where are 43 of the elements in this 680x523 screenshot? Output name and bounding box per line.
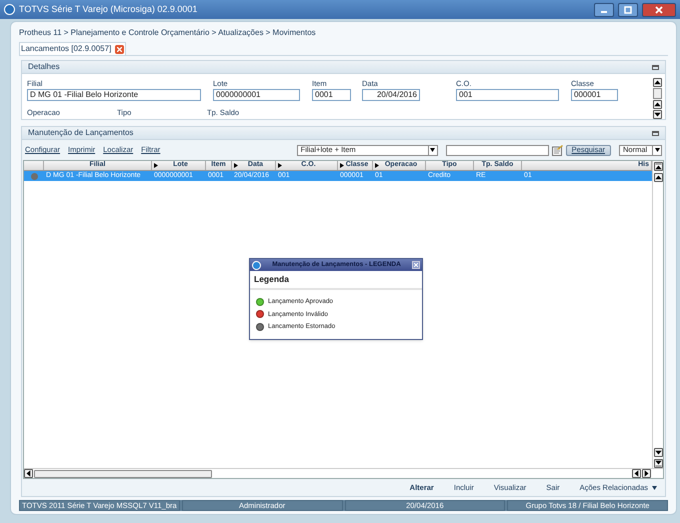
input-field[interactable]: 001	[456, 89, 559, 101]
scroll-up-button[interactable]	[653, 78, 662, 87]
minimize-button[interactable]	[594, 2, 614, 16]
sort-arrow-icon[interactable]	[234, 163, 238, 168]
sort-arrow-icon[interactable]	[154, 163, 158, 168]
breadcrumb: Protheus 11 > Planejamento e Controle Orçamentário > Atualizações > Movimentos	[19, 26, 317, 39]
close-icon[interactable]	[115, 44, 124, 54]
scroll-down-button[interactable]	[653, 110, 662, 119]
note-icon[interactable]	[552, 144, 563, 156]
legend-heading: Legenda	[250, 271, 422, 290]
caret-icon[interactable]	[654, 148, 660, 152]
maximize-button[interactable]	[618, 2, 638, 16]
scroll-right-button[interactable]	[642, 469, 651, 478]
dropdown-caret-icon[interactable]	[652, 486, 657, 490]
scroll-top-button[interactable]	[654, 162, 662, 171]
scroll-bottom-button[interactable]	[654, 459, 662, 468]
scrollbar-thumb[interactable]	[34, 470, 212, 478]
collapse-icon[interactable]	[652, 130, 659, 136]
input-field[interactable]: 000001	[571, 89, 618, 101]
sort-arrow-icon[interactable]	[340, 163, 344, 168]
close-button[interactable]	[642, 2, 676, 16]
sort-arrow-icon[interactable]	[375, 163, 379, 168]
input-field[interactable]: 0000000001	[213, 89, 300, 101]
collapse-icon[interactable]	[652, 64, 659, 70]
panel-title: Manutenção de Lançamentos	[28, 127, 134, 139]
scroll-left-button[interactable]	[24, 469, 33, 478]
search-field[interactable]	[446, 144, 549, 156]
window-title: TOTVS Série T Varejo (Microsiga) 02.9.0001	[19, 2, 198, 16]
scrollbar-thumb[interactable]	[653, 88, 662, 99]
input-field[interactable]: D MG 01 -Filial Belo Horizonte	[27, 89, 201, 101]
close-icon[interactable]	[655, 6, 663, 14]
scroll-left-button[interactable]	[632, 469, 641, 478]
sort-arrow-icon[interactable]	[278, 163, 282, 168]
caret-icon[interactable]	[430, 148, 436, 152]
document-tab[interactable]: Lancamentos [02.9.0057]	[19, 42, 126, 55]
panel-title: Detalhes	[28, 61, 61, 73]
scroll-down-button[interactable]	[654, 448, 662, 457]
app-icon	[4, 4, 15, 15]
scroll-up-button[interactable]	[654, 173, 662, 182]
calendar-icon[interactable]: 20/04/2016	[362, 89, 420, 101]
globe-icon	[252, 260, 261, 270]
scroll-up-button[interactable]	[653, 100, 662, 109]
input-field[interactable]: 0001	[312, 89, 351, 101]
